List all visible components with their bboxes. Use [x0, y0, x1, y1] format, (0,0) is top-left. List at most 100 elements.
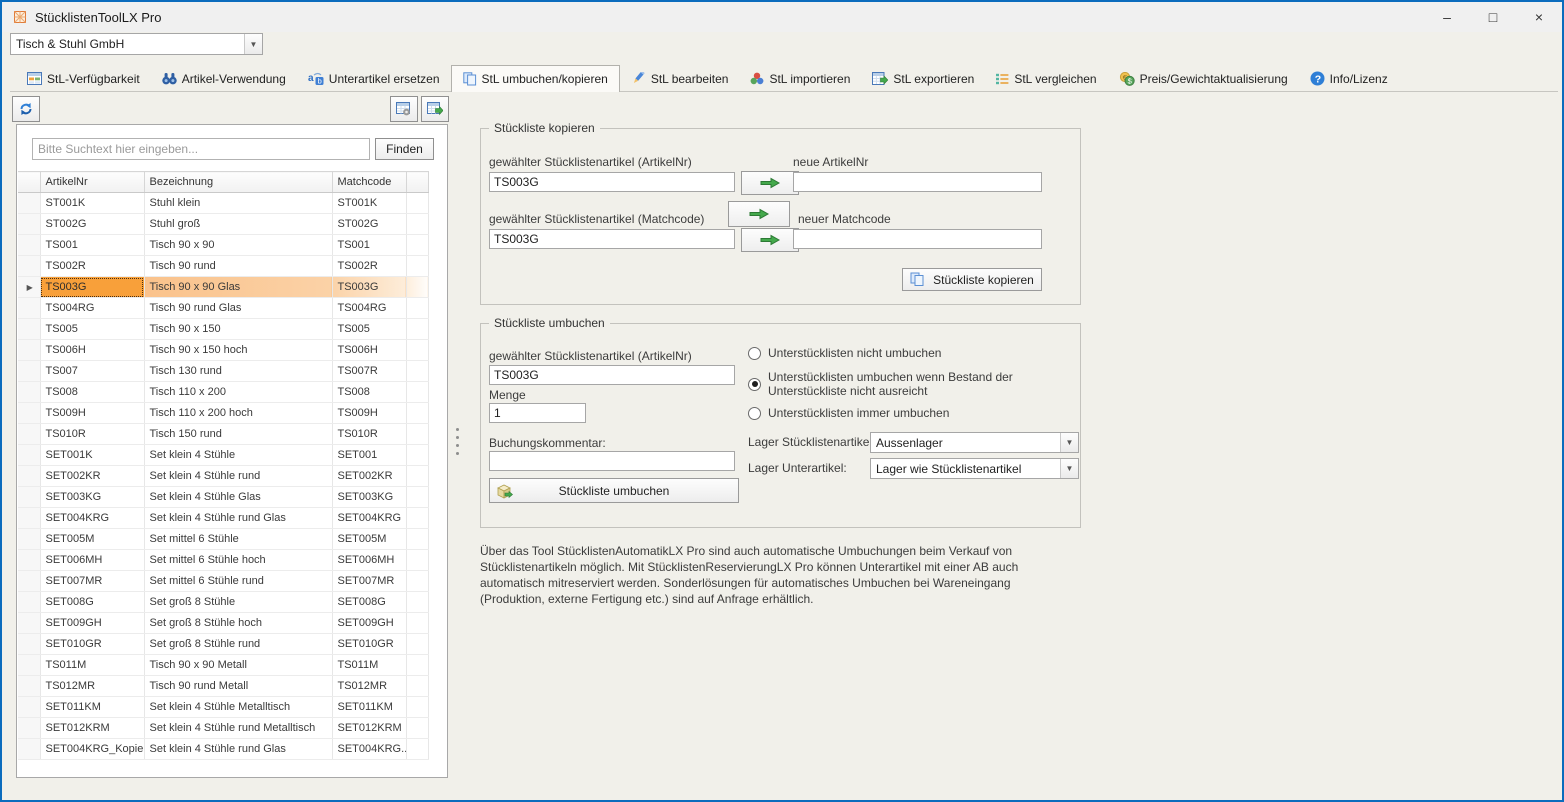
table-row[interactable]: TS007Tisch 130 rundTS007R — [18, 361, 428, 382]
company-select[interactable]: Tisch & Stuhl GmbH ▼ — [10, 33, 263, 55]
table-cell[interactable] — [406, 340, 428, 361]
table-cell[interactable]: SET002KR — [332, 466, 406, 487]
maximize-button[interactable]: □ — [1470, 2, 1516, 32]
table-cell[interactable]: SET009GH — [332, 613, 406, 634]
table-cell[interactable]: Tisch 110 x 200 — [144, 382, 332, 403]
row-indicator-cell[interactable] — [18, 298, 40, 319]
table-cell[interactable]: Tisch 90 rund Glas — [144, 298, 332, 319]
table-cell[interactable]: SET005M — [40, 529, 144, 550]
tab-stl-importieren[interactable]: StL importieren — [739, 66, 861, 91]
radio-option-1[interactable]: Unterstücklisten nicht umbuchen — [748, 346, 941, 360]
row-indicator-cell[interactable] — [18, 256, 40, 277]
table-cell[interactable]: SET004KRG_Kopie — [40, 739, 144, 760]
table-row[interactable]: SET003KGSet klein 4 Stühle GlasSET003KG — [18, 487, 428, 508]
rebook-bom-button[interactable]: Stückliste umbuchen — [489, 478, 739, 503]
table-cell[interactable]: TS009H — [40, 403, 144, 424]
table-row[interactable]: SET009GHSet groß 8 Stühle hochSET009GH — [18, 613, 428, 634]
row-indicator-cell[interactable] — [18, 466, 40, 487]
row-indicator-cell[interactable] — [18, 550, 40, 571]
table-cell[interactable]: SET003KG — [332, 487, 406, 508]
table-cell[interactable] — [406, 718, 428, 739]
table-cell[interactable]: SET007MR — [40, 571, 144, 592]
row-indicator-cell[interactable] — [18, 571, 40, 592]
table-cell[interactable]: TS012MR — [332, 676, 406, 697]
tab-stl-umbuchen-kopieren[interactable]: StL umbuchen/kopieren — [451, 65, 620, 92]
table-cell[interactable]: Set klein 4 Stühle rund Metalltisch — [144, 718, 332, 739]
table-row[interactable]: SET012KRMSet klein 4 Stühle rund Metallt… — [18, 718, 428, 739]
tab-info-lizenz[interactable]: ?Info/Lizenz — [1299, 66, 1399, 91]
table-cell[interactable]: SET008G — [332, 592, 406, 613]
chevron-down-icon[interactable]: ▼ — [1060, 459, 1078, 478]
table-cell[interactable]: Tisch 90 x 90 Glas — [144, 277, 332, 298]
find-button[interactable]: Finden — [375, 138, 434, 160]
table-cell[interactable] — [406, 193, 428, 214]
new-matchcode-field[interactable] — [793, 229, 1042, 249]
menge-field[interactable] — [489, 403, 586, 423]
copy-both-arrow-button[interactable] — [728, 201, 790, 227]
table-cell[interactable] — [406, 613, 428, 634]
table-cell[interactable]: TS006H — [332, 340, 406, 361]
table-cell[interactable] — [406, 235, 428, 256]
row-indicator-header[interactable] — [18, 172, 40, 193]
table-cell[interactable] — [406, 487, 428, 508]
column-header-bezeichnung[interactable]: Bezeichnung — [144, 172, 332, 193]
table-cell[interactable]: Set mittel 6 Stühle — [144, 529, 332, 550]
table-cell[interactable]: TS002R — [332, 256, 406, 277]
table-row[interactable]: ST001KStuhl kleinST001K — [18, 193, 428, 214]
table-cell[interactable]: TS008 — [332, 382, 406, 403]
table-cell[interactable]: SET010GR — [40, 634, 144, 655]
table-cell[interactable]: Tisch 90 x 90 Metall — [144, 655, 332, 676]
rebook-artikelnr-field[interactable] — [489, 365, 735, 385]
row-indicator-cell[interactable] — [18, 676, 40, 697]
table-cell[interactable] — [406, 529, 428, 550]
lager-stl-select[interactable]: Aussenlager ▼ — [870, 432, 1079, 453]
table-cell[interactable] — [406, 571, 428, 592]
table-cell[interactable]: SET006MH — [332, 550, 406, 571]
chevron-down-icon[interactable]: ▼ — [1060, 433, 1078, 452]
table-cell[interactable]: Tisch 90 x 150 hoch — [144, 340, 332, 361]
table-row[interactable]: TS005Tisch 90 x 150TS005 — [18, 319, 428, 340]
row-indicator-cell[interactable] — [18, 403, 40, 424]
row-indicator-cell[interactable] — [18, 340, 40, 361]
table-row[interactable]: ST002GStuhl großST002G — [18, 214, 428, 235]
table-cell[interactable]: Set klein 4 Stühle Glas — [144, 487, 332, 508]
table-cell[interactable]: ST001K — [332, 193, 406, 214]
column-header-matchcode[interactable]: Matchcode — [332, 172, 406, 193]
row-indicator-cell[interactable] — [18, 319, 40, 340]
row-indicator-cell[interactable] — [18, 193, 40, 214]
table-cell[interactable]: Tisch 110 x 200 hoch — [144, 403, 332, 424]
row-indicator-cell[interactable] — [18, 529, 40, 550]
table-cell[interactable]: TS009H — [332, 403, 406, 424]
table-cell[interactable] — [406, 361, 428, 382]
row-indicator-cell[interactable] — [18, 487, 40, 508]
table-cell[interactable]: Tisch 130 rund — [144, 361, 332, 382]
copy-bom-button[interactable]: Stückliste kopieren — [902, 268, 1042, 291]
row-indicator-cell[interactable] — [18, 235, 40, 256]
table-cell[interactable]: Set klein 4 Stühle — [144, 445, 332, 466]
table-cell[interactable]: SET004KRG... — [332, 739, 406, 760]
table-cell[interactable] — [406, 424, 428, 445]
radio-circle-icon[interactable] — [748, 407, 761, 420]
table-cell[interactable]: TS002R — [40, 256, 144, 277]
table-row[interactable]: SET007MRSet mittel 6 Stühle rundSET007MR — [18, 571, 428, 592]
table-cell[interactable] — [406, 382, 428, 403]
table-row[interactable]: TS012MRTisch 90 rund MetallTS012MR — [18, 676, 428, 697]
table-cell[interactable] — [406, 277, 428, 298]
column-header-artikelnr[interactable]: ArtikelNr — [40, 172, 144, 193]
table-row[interactable]: TS009HTisch 110 x 200 hochTS009H — [18, 403, 428, 424]
radio-circle-icon[interactable] — [748, 378, 761, 391]
table-cell[interactable]: TS005 — [40, 319, 144, 340]
table-cell[interactable] — [406, 508, 428, 529]
table-cell[interactable]: TS011M — [332, 655, 406, 676]
row-indicator-cell[interactable] — [18, 214, 40, 235]
table-cell[interactable]: Set klein 4 Stühle rund Glas — [144, 508, 332, 529]
table-row[interactable]: TS006HTisch 90 x 150 hochTS006H — [18, 340, 428, 361]
table-cell[interactable]: Set klein 4 Stühle rund Glas — [144, 739, 332, 760]
table-cell[interactable]: SET009GH — [40, 613, 144, 634]
table-row[interactable]: TS008Tisch 110 x 200TS008 — [18, 382, 428, 403]
table-cell[interactable]: SET008G — [40, 592, 144, 613]
table-cell[interactable]: SET011KM — [332, 697, 406, 718]
table-cell[interactable]: SET004KRG — [332, 508, 406, 529]
table-cell[interactable] — [406, 256, 428, 277]
table-cell[interactable]: TS004RG — [332, 298, 406, 319]
